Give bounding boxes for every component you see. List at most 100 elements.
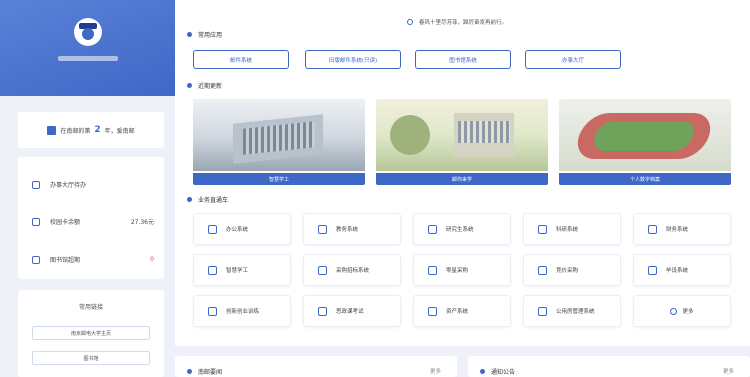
- book-icon: [318, 224, 327, 234]
- clock-icon: [32, 180, 40, 189]
- service-ideology-exam[interactable]: 思政课考试: [303, 295, 401, 327]
- banner-smart-student[interactable]: 智慧学工: [193, 99, 365, 185]
- notice-bar: 春风十里尽芳菲，踔厉奋发再前行。: [407, 18, 507, 26]
- bullet-icon: [480, 369, 485, 374]
- service-label: 思政课考试: [336, 309, 364, 315]
- cube-icon: [318, 265, 327, 275]
- notice-text: 春风十里尽芳菲，踔厉奋发再前行。: [419, 20, 508, 26]
- section-services: 业务直通车: [187, 195, 228, 204]
- avatar[interactable]: [74, 18, 102, 46]
- service-smart-student[interactable]: 智慧学工: [193, 254, 291, 286]
- username-blurred: [58, 56, 118, 61]
- finance-icon: [648, 224, 657, 234]
- service-petty-purchase[interactable]: 零星采购: [413, 254, 511, 286]
- field-shape: [590, 121, 698, 151]
- section-title: 常用应用: [198, 32, 223, 39]
- service-label: 竞价采购: [556, 268, 579, 274]
- graduation-cap-icon: [428, 224, 437, 234]
- banner-image: [559, 99, 731, 171]
- stat-label: 图书馆超期: [50, 257, 81, 264]
- main-content: 春风十里尽芳菲，踔厉奋发再前行。 常用应用 邮件系统 旧版邮件系统(只读) 图书…: [175, 0, 750, 377]
- news-more-link[interactable]: 更多: [430, 367, 441, 375]
- service-academic[interactable]: 教务系统: [303, 213, 401, 245]
- link-njupt-home[interactable]: 南京邮电大学主页: [32, 326, 150, 340]
- stat-value: 27.36元: [130, 219, 154, 226]
- notices-title: 通知公告: [480, 367, 515, 376]
- service-label: 零星采购: [446, 268, 469, 274]
- service-label: 科研系统: [556, 227, 579, 233]
- service-label: 研究生系统: [446, 227, 474, 233]
- service-public-housing[interactable]: 公用房管理系统: [523, 295, 621, 327]
- cube-icon: [428, 306, 437, 316]
- window-shape: [458, 121, 510, 143]
- main-panel: 春风十里尽芳菲，踔厉奋发再前行。 常用应用 邮件系统 旧版邮件系统(只读) 图书…: [175, 0, 750, 346]
- banner-caption: 智慧学工: [193, 173, 365, 185]
- service-more[interactable]: 更多: [633, 295, 731, 327]
- service-label: 采购招标系统: [336, 268, 370, 274]
- bullet-icon: [187, 197, 192, 202]
- banner-image: [193, 99, 365, 171]
- service-thesis[interactable]: 毕设系统: [633, 254, 731, 286]
- more-icon: [670, 307, 678, 315]
- cart-icon: [538, 265, 547, 275]
- banner-caption: 邮你来学: [376, 173, 548, 185]
- bullet-icon: [187, 32, 192, 37]
- banner-image: [376, 99, 548, 171]
- service-bidding-purchase[interactable]: 竞价采购: [523, 254, 621, 286]
- notices-title-label: 通知公告: [491, 369, 516, 376]
- service-label: 财务系统: [666, 227, 689, 233]
- user-icon: [82, 28, 94, 40]
- banner-digital-archive[interactable]: 个人数字档案: [559, 99, 731, 185]
- service-label: 教务系统: [336, 227, 359, 233]
- service-label: 毕设系统: [666, 268, 689, 274]
- notices-card: 通知公告 更多: [468, 356, 750, 377]
- section-common-apps: 常用应用: [187, 30, 222, 39]
- section-recent: 近期更新: [187, 81, 222, 90]
- section-title: 业务直通车: [198, 197, 229, 204]
- service-research[interactable]: 科研系统: [523, 213, 621, 245]
- notice-icon: [407, 19, 413, 25]
- stat-todo[interactable]: 办事大厅待办: [32, 180, 154, 189]
- bulb-icon: [208, 306, 217, 316]
- quick-app-service-hall[interactable]: 办事大厅: [525, 50, 621, 69]
- news-title: 南邮要闻: [187, 367, 222, 376]
- links-title: 常用链接: [78, 304, 103, 311]
- quick-app-mail[interactable]: 邮件系统: [193, 50, 289, 69]
- link-library[interactable]: 图书馆: [32, 351, 150, 365]
- days-suffix: 年，爱南邮: [104, 127, 135, 135]
- grid-icon: [648, 265, 657, 275]
- service-procurement-bid[interactable]: 采购招标系统: [303, 254, 401, 286]
- banner-youlai-learn[interactable]: 邮你来学: [376, 99, 548, 185]
- days-prefix: 在南邮的第: [60, 127, 91, 135]
- quick-app-old-mail[interactable]: 旧版邮件系统(只读): [305, 50, 401, 69]
- quick-app-library[interactable]: 图书馆系统: [415, 50, 511, 69]
- service-innovation[interactable]: 创新创业训练: [193, 295, 291, 327]
- service-office[interactable]: 办公系统: [193, 213, 291, 245]
- stat-card-balance[interactable]: 校园卡余额 27.36元: [32, 217, 154, 226]
- service-finance[interactable]: 财务系统: [633, 213, 731, 245]
- stats-card: 办事大厅待办 校园卡余额 27.36元 图书馆超期 0: [18, 157, 164, 279]
- service-graduate[interactable]: 研究生系统: [413, 213, 511, 245]
- service-assets[interactable]: 资产系统: [413, 295, 511, 327]
- banner-caption: 个人数字档案: [559, 173, 731, 185]
- person-icon: [208, 265, 217, 275]
- stat-library-overdue[interactable]: 图书馆超期 0: [32, 255, 154, 264]
- notices-more-link[interactable]: 更多: [723, 367, 734, 375]
- service-label: 办公系统: [226, 227, 249, 233]
- monitor-icon: [208, 224, 217, 234]
- days-number: 2: [94, 125, 101, 135]
- exam-icon: [318, 306, 327, 316]
- stat-value: 0: [150, 256, 154, 263]
- service-label: 智慧学工: [226, 268, 249, 274]
- links-card: 常用链接 南京邮电大学主页 图书馆: [18, 290, 164, 377]
- tree-shape: [390, 115, 430, 155]
- service-label: 公用房管理系统: [556, 309, 595, 315]
- news-title-label: 南邮要闻: [198, 369, 223, 376]
- cube-icon: [428, 265, 437, 275]
- wallet-icon: [32, 217, 40, 226]
- stat-label: 校园卡余额: [50, 219, 81, 226]
- calendar-icon: [47, 125, 57, 135]
- stat-label: 办事大厅待办: [50, 182, 87, 189]
- bullet-icon: [187, 83, 192, 88]
- bullet-icon: [187, 369, 192, 374]
